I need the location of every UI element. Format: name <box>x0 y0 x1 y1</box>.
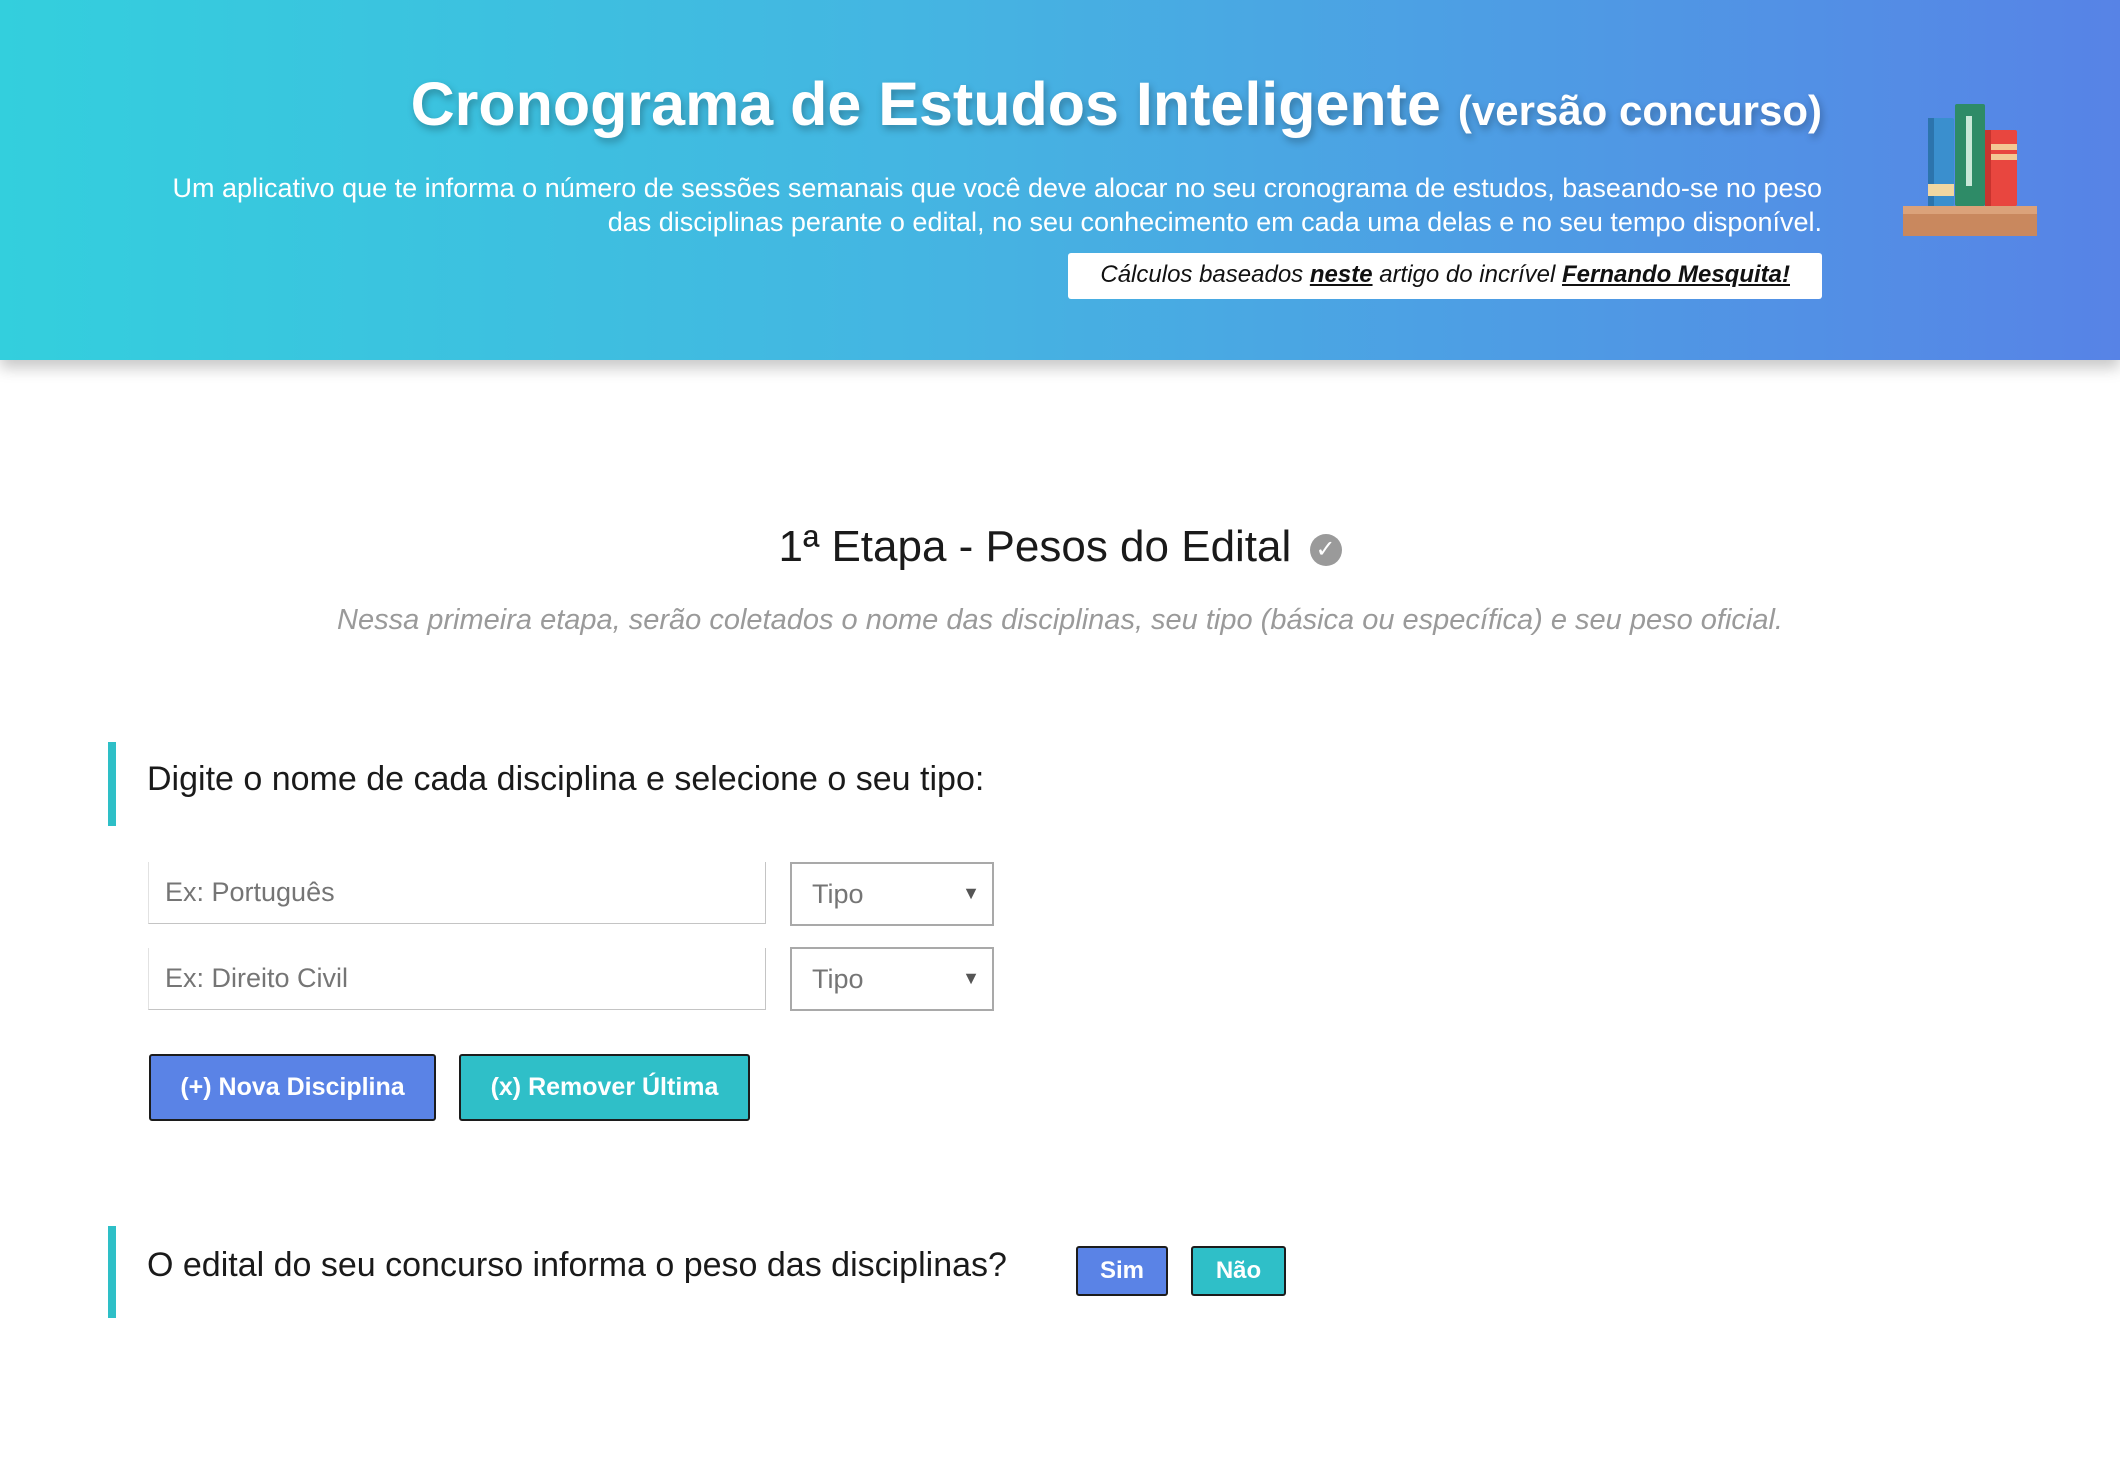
books-icon <box>1903 104 2037 236</box>
dropdown-arrow-icon: ▼ <box>962 968 980 988</box>
yes-button[interactable]: Sim <box>1076 1246 1168 1296</box>
discipline-type-value-2: Tipo <box>812 964 864 994</box>
stage-description: Nessa primeira etapa, serão coletados o … <box>337 604 1783 636</box>
app-header: Cronograma de Estudos Inteligente (versã… <box>0 0 2120 360</box>
weights-question: O edital do seu concurso informa o peso … <box>147 1246 1007 1284</box>
check-circle-icon: ✓ <box>1309 534 1342 566</box>
credits-box: Cálculos baseados neste artigo do incrív… <box>1068 253 1822 299</box>
discipline-name-input-1[interactable] <box>148 862 766 924</box>
article-link[interactable]: neste <box>1310 261 1373 288</box>
credits-prefix: Cálculos baseados <box>1100 261 1304 288</box>
app-title-suffix: (versão concurso) <box>1457 87 1822 134</box>
app-title: Cronograma de Estudos Inteligente (versã… <box>122 64 1822 151</box>
app-description: Um aplicativo que te informa o número de… <box>172 173 1822 237</box>
section-accent-bar <box>108 742 116 826</box>
credits-middle: artigo do incrível <box>1379 261 1556 288</box>
stage-title: 1ª Etapa - Pesos do Edital ✓ <box>0 522 2120 572</box>
app-title-main: Cronograma de Estudos Inteligente <box>410 70 1441 138</box>
discipline-type-select-1[interactable]: Tipo ▼ <box>790 862 994 926</box>
discipline-name-input-2[interactable] <box>148 948 766 1010</box>
stage-title-text: 1ª Etapa - Pesos do Edital <box>778 522 1292 571</box>
dropdown-arrow-icon: ▼ <box>962 883 980 903</box>
disciplines-prompt: Digite o nome de cada disciplina e selec… <box>147 760 985 798</box>
add-discipline-button[interactable]: (+) Nova Disciplina <box>149 1054 436 1121</box>
discipline-type-select-2[interactable]: Tipo ▼ <box>790 947 994 1011</box>
header-text: Cronograma de Estudos Inteligente (versã… <box>122 64 1822 299</box>
discipline-type-value-1: Tipo <box>812 879 864 909</box>
section-accent-bar <box>108 1226 116 1318</box>
author-link[interactable]: Fernando Mesquita! <box>1562 261 1790 288</box>
no-button[interactable]: Não <box>1191 1246 1286 1296</box>
remove-last-discipline-button[interactable]: (x) Remover Última <box>459 1054 750 1121</box>
